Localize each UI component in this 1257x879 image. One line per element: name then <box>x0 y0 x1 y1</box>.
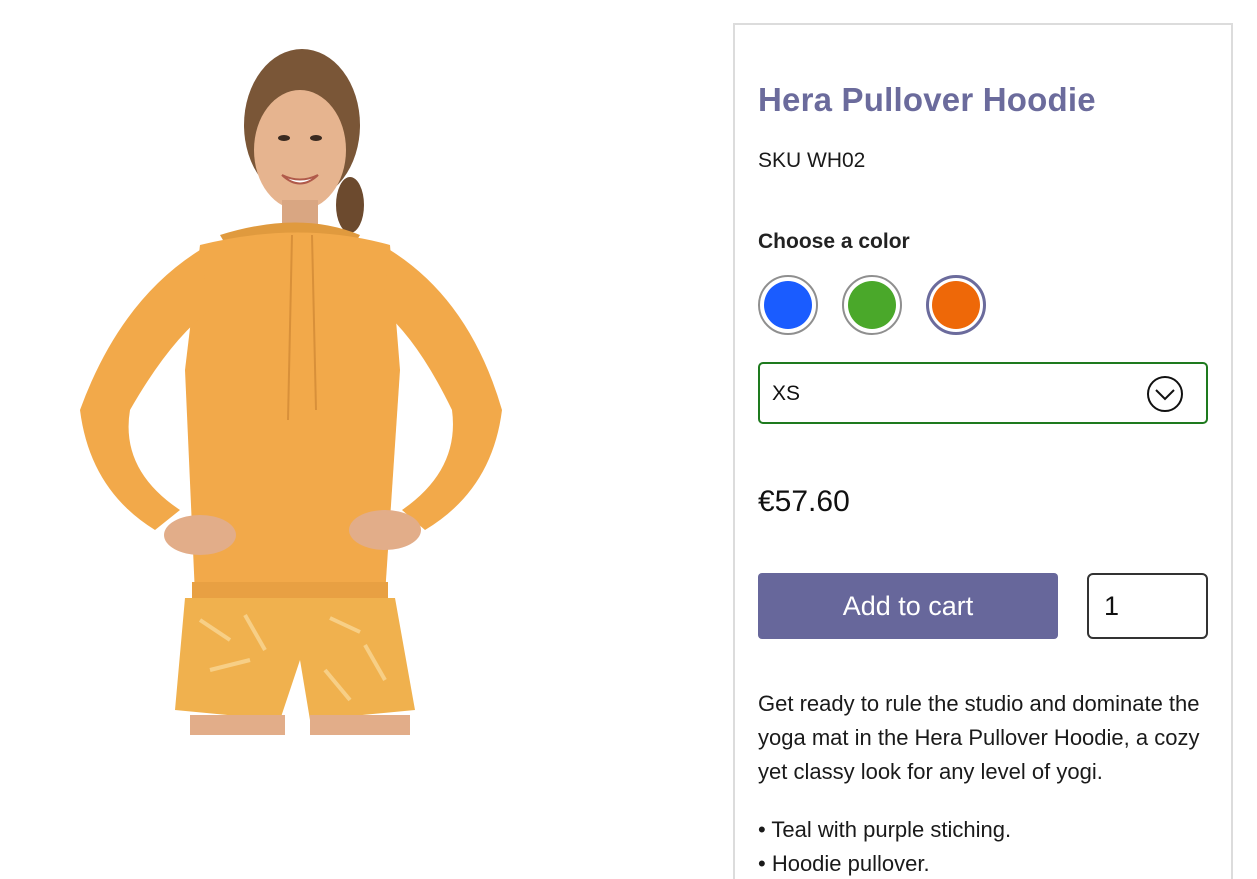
product-image <box>60 20 520 735</box>
feature-item: • Hoodie pullover. <box>758 851 930 876</box>
color-swatch-blue[interactable] <box>758 275 818 335</box>
product-features: • Teal with purple stiching. • Hoodie pu… <box>758 813 1228 879</box>
quantity-input[interactable] <box>1087 573 1208 639</box>
color-swatch-green[interactable] <box>842 275 902 335</box>
size-select-value: XS <box>772 382 801 405</box>
product-title: Hera Pullover Hoodie <box>758 81 1096 118</box>
size-select[interactable]: XS <box>758 362 1208 424</box>
product-sku: SKU WH02 <box>758 149 866 172</box>
feature-item: • Teal with purple stiching. <box>758 817 1012 842</box>
chevron-down-icon <box>1147 376 1183 412</box>
product-page: Hera Pullover Hoodie SKU WH02 Choose a c… <box>0 0 1257 879</box>
color-picker-label: Choose a color <box>758 230 910 253</box>
product-price: €57.60 <box>758 485 850 518</box>
add-to-cart-button[interactable]: Add to cart <box>758 573 1058 639</box>
color-swatch-orange[interactable] <box>926 275 986 335</box>
product-info-panel: Hera Pullover Hoodie SKU WH02 Choose a c… <box>733 23 1233 879</box>
product-description: Get ready to rule the studio and dominat… <box>758 691 1200 784</box>
